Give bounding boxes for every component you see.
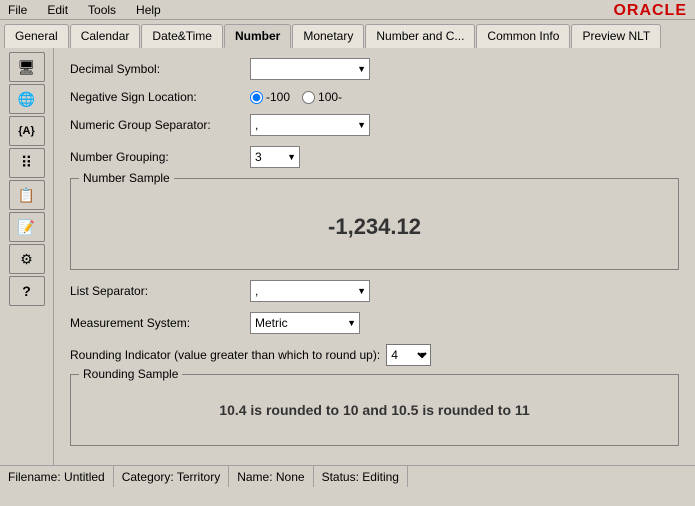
tab-number[interactable]: Number [224,24,291,48]
tab-bar: General Calendar Date&Time Number Moneta… [0,20,695,48]
status-category: Category: Territory [114,466,229,487]
number-sample-box: Number Sample -1,234.12 [70,178,679,270]
sidebar-btn-globe[interactable]: 🌐 [9,84,45,114]
radio-100-negative-label[interactable]: 100- [302,90,342,104]
sidebar-btn-display[interactable]: 🖥 [9,52,45,82]
group-separator-wrapper: , . [250,114,370,136]
list-separator-label: List Separator: [70,284,250,298]
content-area: Decimal Symbol: . , Negative Sign Locati… [54,48,695,465]
status-editing: Status: Editing [314,466,408,487]
tab-datetime[interactable]: Date&Time [141,24,223,48]
measurement-system-label: Measurement System: [70,316,250,330]
radio-100-negative[interactable] [302,91,315,104]
status-name: Name: None [229,466,313,487]
rounding-sample-legend: Rounding Sample [79,367,182,381]
group-separator-label: Numeric Group Separator: [70,118,250,132]
radio-negative-100-label[interactable]: -100 [250,90,290,104]
decimal-symbol-wrapper: . , [250,58,370,80]
measurement-system-select[interactable]: Metric Imperial [250,312,360,334]
status-filename: Filename: Untitled [0,466,114,487]
decimal-symbol-row: Decimal Symbol: . , [70,58,679,80]
measurement-system-row: Measurement System: Metric Imperial [70,312,679,334]
tab-preview-nlt[interactable]: Preview NLT [571,24,661,48]
negative-sign-radio-group: -100 100- [250,90,342,104]
menu-help[interactable]: Help [132,1,165,19]
radio-negative-100[interactable] [250,91,263,104]
group-separator-row: Numeric Group Separator: , . [70,114,679,136]
measurement-system-wrapper: Metric Imperial [250,312,360,334]
rounding-indicator-select[interactable]: 4 3 5 [386,344,431,366]
list-separator-select[interactable]: , ; [250,280,370,302]
tab-common-info[interactable]: Common Info [476,24,570,48]
list-separator-wrapper: , ; [250,280,370,302]
decimal-symbol-label: Decimal Symbol: [70,62,250,76]
number-grouping-wrapper: 3 2 4 [250,146,300,168]
list-separator-row: List Separator: , ; [70,280,679,302]
tab-number-and-c[interactable]: Number and C... [365,24,475,48]
tab-monetary[interactable]: Monetary [292,24,364,48]
rounding-sample-box: Rounding Sample 10.4 is rounded to 10 an… [70,374,679,446]
radio-100-negative-text: 100- [318,90,342,104]
rounding-indicator-label: Rounding Indicator (value greater than w… [70,348,380,362]
menu-tools[interactable]: Tools [84,1,120,19]
rounding-indicator-wrapper: 4 3 5 [380,344,431,366]
oracle-logo: ORACLE [613,2,687,20]
decimal-symbol-select[interactable]: . , [250,58,370,80]
number-grouping-select[interactable]: 3 2 4 [250,146,300,168]
number-grouping-label: Number Grouping: [70,150,250,164]
menu-file[interactable]: File [4,1,31,19]
number-grouping-row: Number Grouping: 3 2 4 [70,146,679,168]
sidebar-btn-edit[interactable]: 📝 [9,212,45,242]
sidebar-btn-clipboard[interactable]: 📋 [9,180,45,210]
menu-edit[interactable]: Edit [43,1,72,19]
rounding-sample-value: 10.4 is rounded to 10 and 10.5 is rounde… [81,385,668,435]
tab-general[interactable]: General [4,24,69,48]
tab-calendar[interactable]: Calendar [70,24,141,48]
sidebar-btn-help[interactable]: ? [9,276,45,306]
number-sample-legend: Number Sample [79,171,174,185]
status-bar: Filename: Untitled Category: Territory N… [0,465,695,487]
negative-sign-row: Negative Sign Location: -100 100- [70,90,679,104]
number-sample-value: -1,234.12 [81,189,668,259]
group-separator-select[interactable]: , . [250,114,370,136]
radio-negative-100-text: -100 [266,90,290,104]
sidebar-btn-dots[interactable]: ⠿ [9,148,45,178]
sidebar: 🖥 🌐 {A} ⠿ 📋 📝 ⚙ ? [0,48,54,465]
rounding-indicator-row: Rounding Indicator (value greater than w… [70,344,679,366]
negative-sign-label: Negative Sign Location: [70,90,250,104]
sidebar-btn-format[interactable]: {A} [9,116,45,146]
sidebar-btn-gear[interactable]: ⚙ [9,244,45,274]
